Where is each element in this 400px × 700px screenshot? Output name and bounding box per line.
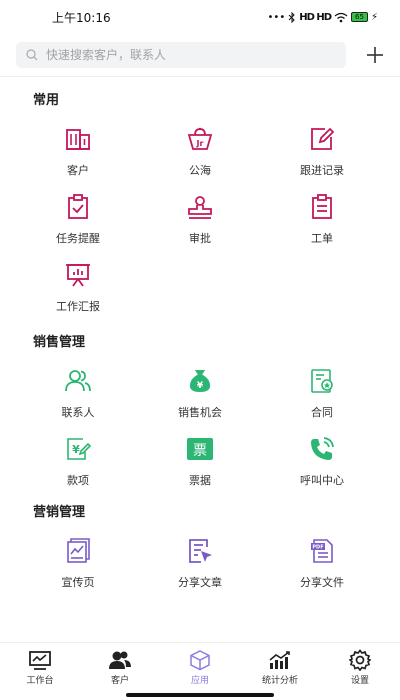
- users-icon: [108, 649, 132, 671]
- app-item-flyer[interactable]: 宣传页: [17, 533, 139, 601]
- section-common: 常用 客户 Jr 公海 跟进记录 任务提醒 审批 工单 工作汇报: [0, 89, 400, 325]
- app-item-label: 联系人: [61, 406, 95, 419]
- svg-text:Jr: Jr: [196, 139, 204, 148]
- bluetooth-icon: [288, 11, 295, 23]
- app-item-label: 公海: [189, 164, 211, 177]
- tab-label: 客户: [110, 676, 129, 686]
- contacts-icon: [64, 367, 92, 395]
- app-item-label: 任务提醒: [56, 232, 100, 245]
- bar-chart-icon: [268, 649, 292, 671]
- tab-statistics[interactable]: 统计分析: [240, 643, 320, 690]
- tab-label: 统计分析: [261, 676, 298, 686]
- phone-call-icon: [308, 435, 336, 463]
- battery-icon: 65: [351, 12, 368, 22]
- app-item-label: 宣传页: [61, 576, 95, 589]
- status-time: 上午10:16: [52, 10, 111, 25]
- app-item-invoice[interactable]: 票 票据: [139, 431, 261, 499]
- add-button[interactable]: [352, 39, 384, 71]
- share-article-icon: [186, 537, 214, 565]
- app-item-label: 呼叫中心: [300, 474, 344, 487]
- bottom-tab-bar: 工作台 客户 应用 统计分析 设置: [0, 642, 400, 690]
- tab-customers[interactable]: 客户: [80, 643, 160, 690]
- app-item-customer[interactable]: 客户: [17, 121, 139, 189]
- tab-settings[interactable]: 设置: [320, 643, 400, 690]
- svg-text:票: 票: [193, 443, 207, 459]
- app-item-sales-opportunity[interactable]: ¥ 销售机会: [139, 363, 261, 431]
- tab-apps[interactable]: 应用: [160, 643, 240, 690]
- invoice-icon: 票: [186, 435, 214, 463]
- wifi-icon: [334, 12, 348, 22]
- app-item-label: 工单: [311, 232, 333, 245]
- stamp-icon: [186, 193, 214, 221]
- dots-icon: •••: [267, 11, 286, 23]
- divider: [0, 76, 400, 77]
- home-indicator[interactable]: [126, 693, 274, 697]
- app-item-call-center[interactable]: 呼叫中心: [261, 431, 383, 499]
- plus-icon: [367, 47, 383, 63]
- app-item-label: 分享文章: [178, 576, 222, 589]
- section-title: 销售管理: [33, 335, 86, 350]
- payment-icon: ¥: [64, 435, 92, 463]
- app-item-work-order[interactable]: 工单: [261, 189, 383, 257]
- app-item-share-file[interactable]: PDF 分享文件: [261, 533, 383, 601]
- basket-icon: Jr: [186, 125, 214, 153]
- section-title: 营销管理: [33, 505, 86, 520]
- app-item-public-pool[interactable]: Jr 公海: [139, 121, 261, 189]
- app-item-share-article[interactable]: 分享文章: [139, 533, 261, 601]
- contract-icon: [308, 367, 336, 395]
- app-item-label: 工作汇报: [56, 300, 100, 313]
- building-icon: [64, 125, 92, 153]
- clipboard-check-icon: [64, 193, 92, 221]
- app-item-label: 合同: [311, 406, 333, 419]
- status-bar: 上午10:16 ••• HD HD 65 ⚡: [0, 0, 400, 34]
- search-input[interactable]: [46, 48, 346, 62]
- pdf-file-icon: PDF: [308, 537, 336, 565]
- search-icon: [26, 49, 38, 61]
- svg-text:PDF: PDF: [312, 545, 323, 551]
- svg-text:¥: ¥: [197, 381, 204, 391]
- app-item-work-report[interactable]: 工作汇报: [17, 257, 139, 325]
- status-icons: ••• HD HD 65 ⚡: [267, 11, 378, 23]
- presentation-board-icon: [64, 261, 92, 289]
- search-row: [0, 37, 400, 73]
- money-bag-icon: ¥: [186, 367, 214, 395]
- app-item-label: 款项: [67, 474, 89, 487]
- cube-icon: [188, 649, 212, 671]
- document-list-icon: [308, 193, 336, 221]
- app-item-label: 审批: [189, 232, 211, 245]
- edit-icon: [308, 125, 336, 153]
- tab-label: 设置: [350, 676, 369, 686]
- app-item-contacts[interactable]: 联系人: [17, 363, 139, 431]
- flyer-icon: [64, 537, 92, 565]
- app-item-approval[interactable]: 审批: [139, 189, 261, 257]
- gear-icon: [348, 649, 372, 671]
- signal-icon: HD HD: [299, 11, 332, 23]
- tab-workbench[interactable]: 工作台: [0, 643, 80, 690]
- svg-text:¥: ¥: [72, 443, 80, 456]
- app-item-label: 跟进记录: [300, 164, 344, 177]
- app-item-label: 分享文件: [300, 576, 344, 589]
- app-item-label: 票据: [189, 474, 211, 487]
- monitor-icon: [28, 649, 52, 671]
- section-marketing: 营销管理 宣传页 分享文章 PDF 分享文件: [0, 501, 400, 601]
- tab-label: 应用: [190, 676, 209, 686]
- tab-label: 工作台: [26, 676, 54, 686]
- section-title: 常用: [33, 93, 60, 108]
- app-item-task-reminder[interactable]: 任务提醒: [17, 189, 139, 257]
- app-item-label: 销售机会: [178, 406, 222, 419]
- app-item-follow-up[interactable]: 跟进记录: [261, 121, 383, 189]
- app-item-payment[interactable]: ¥ 款项: [17, 431, 139, 499]
- section-sales: 销售管理 联系人 ¥ 销售机会 合同 ¥ 款项 票 票据 呼叫中心: [0, 331, 400, 499]
- app-item-contract[interactable]: 合同: [261, 363, 383, 431]
- charging-icon: ⚡: [370, 11, 378, 23]
- app-item-label: 客户: [67, 164, 89, 177]
- search-box[interactable]: [16, 42, 346, 68]
